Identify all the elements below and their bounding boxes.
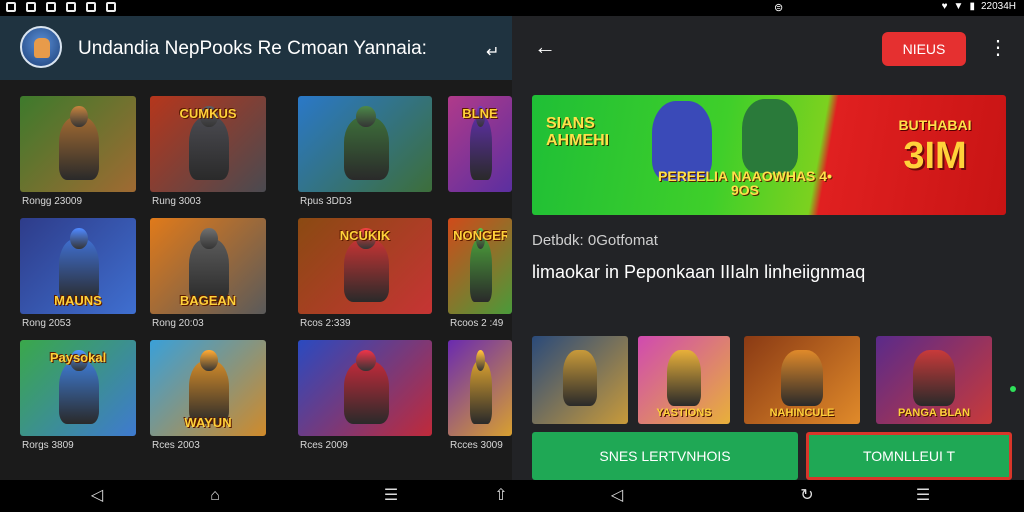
news-button[interactable]: NIEUS [882, 32, 966, 66]
battery-icon: ▮ [969, 1, 975, 12]
status-right: ♥ ▼ ▮ 22034H [942, 1, 1016, 12]
share-nav-icon[interactable]: ⇧ [490, 486, 512, 506]
gallery-icon [26, 2, 36, 12]
status-icons [6, 2, 116, 12]
thumbnail-character-art [781, 350, 823, 407]
thumbnail-title: YASTIONS [656, 406, 712, 419]
banner-right-big: 3IM [903, 135, 967, 177]
cast-icon [86, 2, 96, 12]
back-nav-icon[interactable]: ◁ [606, 486, 628, 506]
game-tile-caption: Rong 20:03 [152, 318, 204, 329]
left-phone-screen: Undandia NepPooks Re Cmoan Yannaia: ↵ Ro… [0, 0, 512, 512]
game-character-art [343, 361, 390, 425]
game-tile-caption: Rongg 23009 [22, 196, 83, 207]
recents-nav-icon[interactable]: ☰ [912, 486, 934, 506]
sync-icon: ⊜ [774, 2, 784, 14]
right-phone-screen: ⊜ ♥ ▼ ▮ 22034H ← NIEUS ⋮ SIANS AHMEHI PE… [512, 0, 1024, 512]
game-character-art [469, 117, 492, 181]
game-tile-caption: Rces 2009 [300, 440, 348, 451]
location-icon [66, 2, 76, 12]
game-tile-title: BLNE [462, 105, 498, 121]
download-icon [46, 2, 56, 12]
home-nav-icon[interactable]: ↻ [796, 486, 818, 506]
game-tile[interactable]: CUMKUS [150, 96, 266, 192]
game-tile-title: BAGEAN [179, 293, 237, 309]
app-title: Undandia NepPooks Re Cmoan Yannaia: [78, 38, 427, 59]
signal-icon: ▼ [953, 1, 964, 12]
game-character-art [343, 117, 390, 181]
game-character-art [59, 117, 99, 181]
game-tile-caption: Rcces 3009 [450, 440, 503, 451]
game-tile[interactable]: MAUNS [20, 218, 136, 314]
secondary-action-button[interactable]: SNES LERTVNHOIS [532, 432, 798, 480]
game-tile-caption: Rorgs 3809 [22, 440, 74, 451]
status-dot [1010, 386, 1016, 392]
more-options-icon[interactable]: ⋮ [988, 36, 1008, 60]
game-tile-caption: Rong 2053 [22, 318, 71, 329]
game-tile[interactable]: Paysokal [20, 340, 136, 436]
back-nav-icon[interactable]: ◁ [86, 486, 108, 506]
game-tile[interactable] [448, 340, 512, 436]
recents-nav-icon[interactable]: ☰ [380, 486, 402, 506]
game-tile-title: MAUNS [54, 293, 102, 309]
enter-arrow-icon[interactable]: ↵ [486, 42, 499, 62]
app-bar-right: ← NIEUS ⋮ [512, 16, 1024, 80]
game-character-art [469, 239, 492, 303]
game-tile[interactable]: BLNE [448, 96, 512, 192]
navigation-bar-right: ◁ ↻ ☰ [512, 480, 1024, 512]
game-tile[interactable] [20, 96, 136, 192]
related-game-thumbnail[interactable]: YASTIONS [638, 336, 730, 424]
navigation-bar: ◁ ⌂ ☰ ⇧ [0, 480, 512, 512]
primary-action-button[interactable]: TOMNLLEUI T [806, 432, 1012, 480]
detail-headline: limaokar in Peponkaan IIIaln linheiignma… [532, 262, 866, 282]
game-tile-title: CUMKUS [179, 105, 237, 121]
notification-icon [6, 2, 16, 12]
game-tile-caption: Rpus 3DD3 [300, 196, 352, 207]
game-tile-title: NONGER [453, 227, 507, 243]
banner-center-text: PEREELIA NAAOWHAS 4• 9OS [658, 168, 832, 198]
game-tile[interactable]: NONGER [448, 218, 512, 314]
related-game-thumbnail[interactable]: NAHINCULE [744, 336, 860, 424]
back-arrow-icon[interactable]: ← [534, 34, 556, 60]
app-bar: Undandia NepPooks Re Cmoan Yannaia: ↵ [0, 16, 512, 80]
thumbnail-character-art [913, 350, 955, 407]
game-character-art [343, 239, 390, 303]
game-character-art [189, 117, 229, 181]
game-character-art [469, 361, 492, 425]
game-tile-title: Paysokal [49, 349, 107, 365]
thumbnail-character-art [667, 350, 701, 407]
game-tile[interactable] [298, 96, 432, 192]
game-tile-caption: Rces 2003 [152, 440, 200, 451]
status-bar-right: ⊜ ♥ ▼ ▮ 22034H [512, 0, 1024, 16]
add-icon [106, 2, 116, 12]
banner-left-text: SIANS AHMEHI [546, 115, 610, 149]
home-nav-icon[interactable]: ⌂ [204, 486, 226, 506]
game-tile[interactable]: NCUKIK [298, 218, 432, 314]
game-tile[interactable] [298, 340, 432, 436]
game-tile-caption: Rcoos 2 :49 [450, 318, 504, 329]
detail-subtitle: Detbdk: 0Gotfomat [532, 232, 658, 249]
game-tile[interactable]: BAGEAN [150, 218, 266, 314]
heart-icon: ♥ [941, 1, 948, 12]
game-tile-title: WAYUN [184, 415, 232, 431]
app-logo-avatar[interactable] [20, 26, 62, 68]
related-game-thumbnail[interactable]: PANGA BLAN [876, 336, 992, 424]
status-bar [0, 0, 512, 16]
promo-banner[interactable]: SIANS AHMEHI PEREELIA NAAOWHAS 4• 9OS BU… [532, 95, 1006, 215]
game-character-art [59, 361, 99, 425]
thumbnail-title: PANGA BLAN [897, 406, 971, 419]
thumbnail-title: NAHINCULE [769, 406, 835, 419]
game-tile-caption: Rung 3003 [152, 196, 201, 207]
banner-right-title: BUTHABAI [898, 117, 972, 133]
game-tile[interactable]: WAYUN [150, 340, 266, 436]
game-tile-caption: Rcos 2:339 [300, 318, 351, 329]
banner-character-right [742, 99, 798, 173]
status-time: 22034H [980, 1, 1016, 12]
game-tile-title: NCUKIK [339, 227, 391, 243]
related-game-thumbnail[interactable] [532, 336, 628, 424]
thumbnail-character-art [562, 350, 598, 407]
